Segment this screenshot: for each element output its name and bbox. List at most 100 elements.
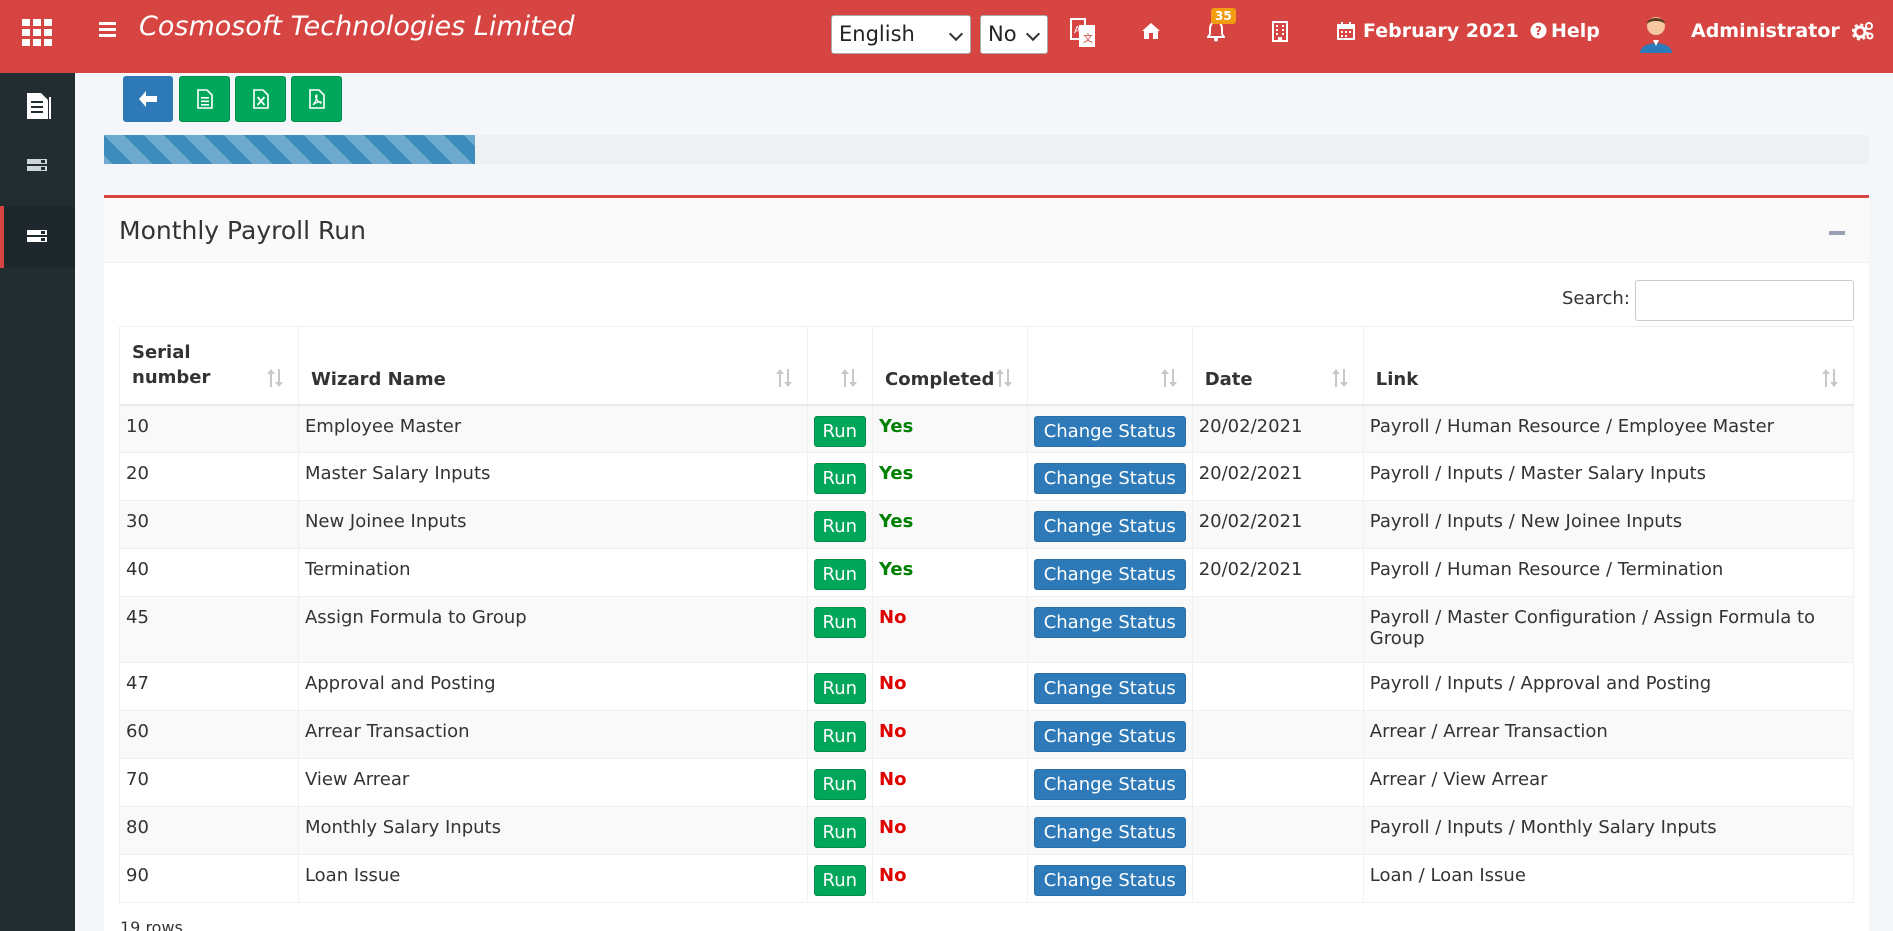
back-button[interactable] [123, 76, 173, 122]
cell-serial: 60 [119, 710, 299, 759]
option-select[interactable]: No [980, 15, 1048, 54]
export-excel-button[interactable] [235, 76, 286, 122]
svg-text:?: ? [1535, 24, 1542, 38]
cell-link: Payroll / Inputs / Master Salary Inputs [1362, 452, 1855, 501]
sort-icon[interactable] [840, 368, 858, 388]
menu-path-link[interactable]: Payroll / Human Resource / Termination [1370, 559, 1724, 580]
column-header-completed[interactable]: Completed [872, 326, 1028, 406]
menu-toggle-icon[interactable] [99, 22, 116, 37]
run-button[interactable]: Run [813, 463, 867, 494]
cell-change-status: Change Status [1026, 500, 1193, 549]
wizard-name: New Joinee Inputs [304, 511, 467, 532]
change-status-button[interactable]: Change Status [1033, 607, 1186, 638]
sort-icon[interactable] [1821, 368, 1839, 388]
run-button[interactable]: Run [813, 721, 867, 752]
completion-date: 20/02/2021 [1198, 511, 1303, 532]
change-status-button[interactable]: Change Status [1033, 721, 1186, 752]
home-icon[interactable] [1141, 22, 1161, 40]
cell-run: Run [806, 758, 874, 807]
period-label[interactable]: February 2021 [1363, 20, 1519, 42]
cell-date: 20/02/2021 [1191, 548, 1364, 597]
run-button[interactable]: Run [813, 769, 867, 800]
run-button[interactable]: Run [813, 559, 867, 590]
run-button[interactable]: Run [813, 415, 867, 447]
wizard-name: Termination [304, 559, 411, 580]
menu-path-link[interactable]: Payroll / Inputs / Master Salary Inputs [1370, 463, 1706, 484]
avatar[interactable] [1638, 13, 1674, 53]
excel-icon [252, 89, 269, 109]
menu-path-link[interactable]: Arrear / Arrear Transaction [1370, 721, 1608, 742]
run-button[interactable]: Run [813, 607, 867, 638]
sidebar-item-reports[interactable] [0, 73, 75, 135]
column-header-date[interactable]: Date [1191, 326, 1364, 406]
translate-icon[interactable]: A 文 [1070, 18, 1096, 48]
collapse-icon[interactable] [1829, 231, 1845, 235]
sort-icon[interactable] [1160, 368, 1178, 388]
sidebar-item-payroll[interactable] [0, 206, 75, 268]
help-link[interactable]: Help [1551, 20, 1600, 42]
cell-date [1191, 854, 1364, 903]
cell-serial: 47 [119, 662, 299, 711]
cell-completed: No [872, 710, 1028, 759]
cell-completed: Yes [872, 548, 1028, 597]
wizard-table: Serial number Wizard Name Completed Date… [119, 326, 1855, 903]
cell-link: Payroll / Inputs / Approval and Posting [1362, 662, 1855, 711]
table-row: 70 View Arrear Run No Change Status Arrear / … [119, 758, 1855, 807]
wizard-name: Approval and Posting [304, 673, 496, 694]
change-status-button[interactable]: Change Status [1033, 817, 1186, 848]
user-name[interactable]: Administrator [1691, 20, 1840, 42]
cell-wizard-name: Master Salary Inputs [297, 452, 808, 501]
serial-number: 45 [126, 607, 149, 628]
table-row: 80 Monthly Salary Inputs Run No Change Statu… [119, 806, 1855, 855]
sidebar-item-setup[interactable] [0, 135, 75, 197]
column-header-wizard-name[interactable]: Wizard Name [297, 326, 808, 406]
export-document-button[interactable] [179, 76, 230, 122]
cell-serial: 10 [119, 404, 299, 453]
menu-path-link[interactable]: Arrear / View Arrear [1370, 769, 1548, 790]
change-status-button[interactable]: Change Status [1033, 559, 1186, 590]
cell-wizard-name: Termination [297, 548, 808, 597]
help-icon[interactable]: ? [1530, 22, 1547, 39]
cell-date: 20/02/2021 [1191, 404, 1364, 453]
change-status-button[interactable]: Change Status [1033, 769, 1186, 800]
change-status-button[interactable]: Change Status [1033, 865, 1186, 896]
change-status-button[interactable]: Change Status [1033, 511, 1186, 542]
change-status-button[interactable]: Change Status [1033, 415, 1186, 447]
cell-completed: No [872, 854, 1028, 903]
menu-path-link[interactable]: Payroll / Inputs / Approval and Posting [1370, 673, 1711, 694]
sort-icon[interactable] [266, 368, 284, 388]
column-header-change-status[interactable] [1026, 326, 1193, 406]
menu-path-link[interactable]: Payroll / Master Configuration / Assign … [1370, 607, 1815, 649]
gear-icon[interactable] [1852, 21, 1874, 41]
export-pdf-button[interactable] [291, 76, 342, 122]
run-button[interactable]: Run [813, 673, 867, 704]
column-header-serial[interactable]: Serial number [119, 326, 299, 406]
search-input[interactable] [1635, 280, 1854, 321]
column-header-link[interactable]: Link [1362, 326, 1855, 406]
building-icon[interactable] [1272, 21, 1288, 42]
run-button[interactable]: Run [813, 817, 867, 848]
apps-grid-icon[interactable] [22, 19, 52, 46]
sort-icon[interactable] [995, 368, 1013, 388]
change-status-button[interactable]: Change Status [1033, 673, 1186, 704]
menu-path-link[interactable]: Payroll / Human Resource / Employee Mast… [1370, 416, 1774, 437]
cell-date: 20/02/2021 [1191, 500, 1364, 549]
completed-status: Yes [879, 415, 914, 437]
sort-icon[interactable] [1331, 368, 1349, 388]
brand-title: Cosmosoft Technologies Limited [139, 11, 575, 42]
column-header-run[interactable] [806, 326, 874, 406]
column-header-label: Serial number [132, 341, 211, 388]
menu-path-link[interactable]: Loan / Loan Issue [1370, 865, 1526, 886]
run-button[interactable]: Run [813, 511, 867, 542]
menu-path-link[interactable]: Payroll / Inputs / Monthly Salary Inputs [1370, 817, 1717, 838]
serial-number: 80 [126, 817, 149, 838]
wizard-name: Loan Issue [304, 865, 401, 886]
table-row: 40 Termination Run Yes Change Status 20/02/20… [119, 548, 1855, 597]
cell-serial: 90 [119, 854, 299, 903]
change-status-button[interactable]: Change Status [1033, 463, 1186, 494]
language-select[interactable]: English [831, 15, 971, 54]
chevron-down-icon [1025, 26, 1041, 42]
sort-icon[interactable] [775, 368, 793, 388]
run-button[interactable]: Run [813, 865, 867, 896]
menu-path-link[interactable]: Payroll / Inputs / New Joinee Inputs [1370, 511, 1682, 532]
